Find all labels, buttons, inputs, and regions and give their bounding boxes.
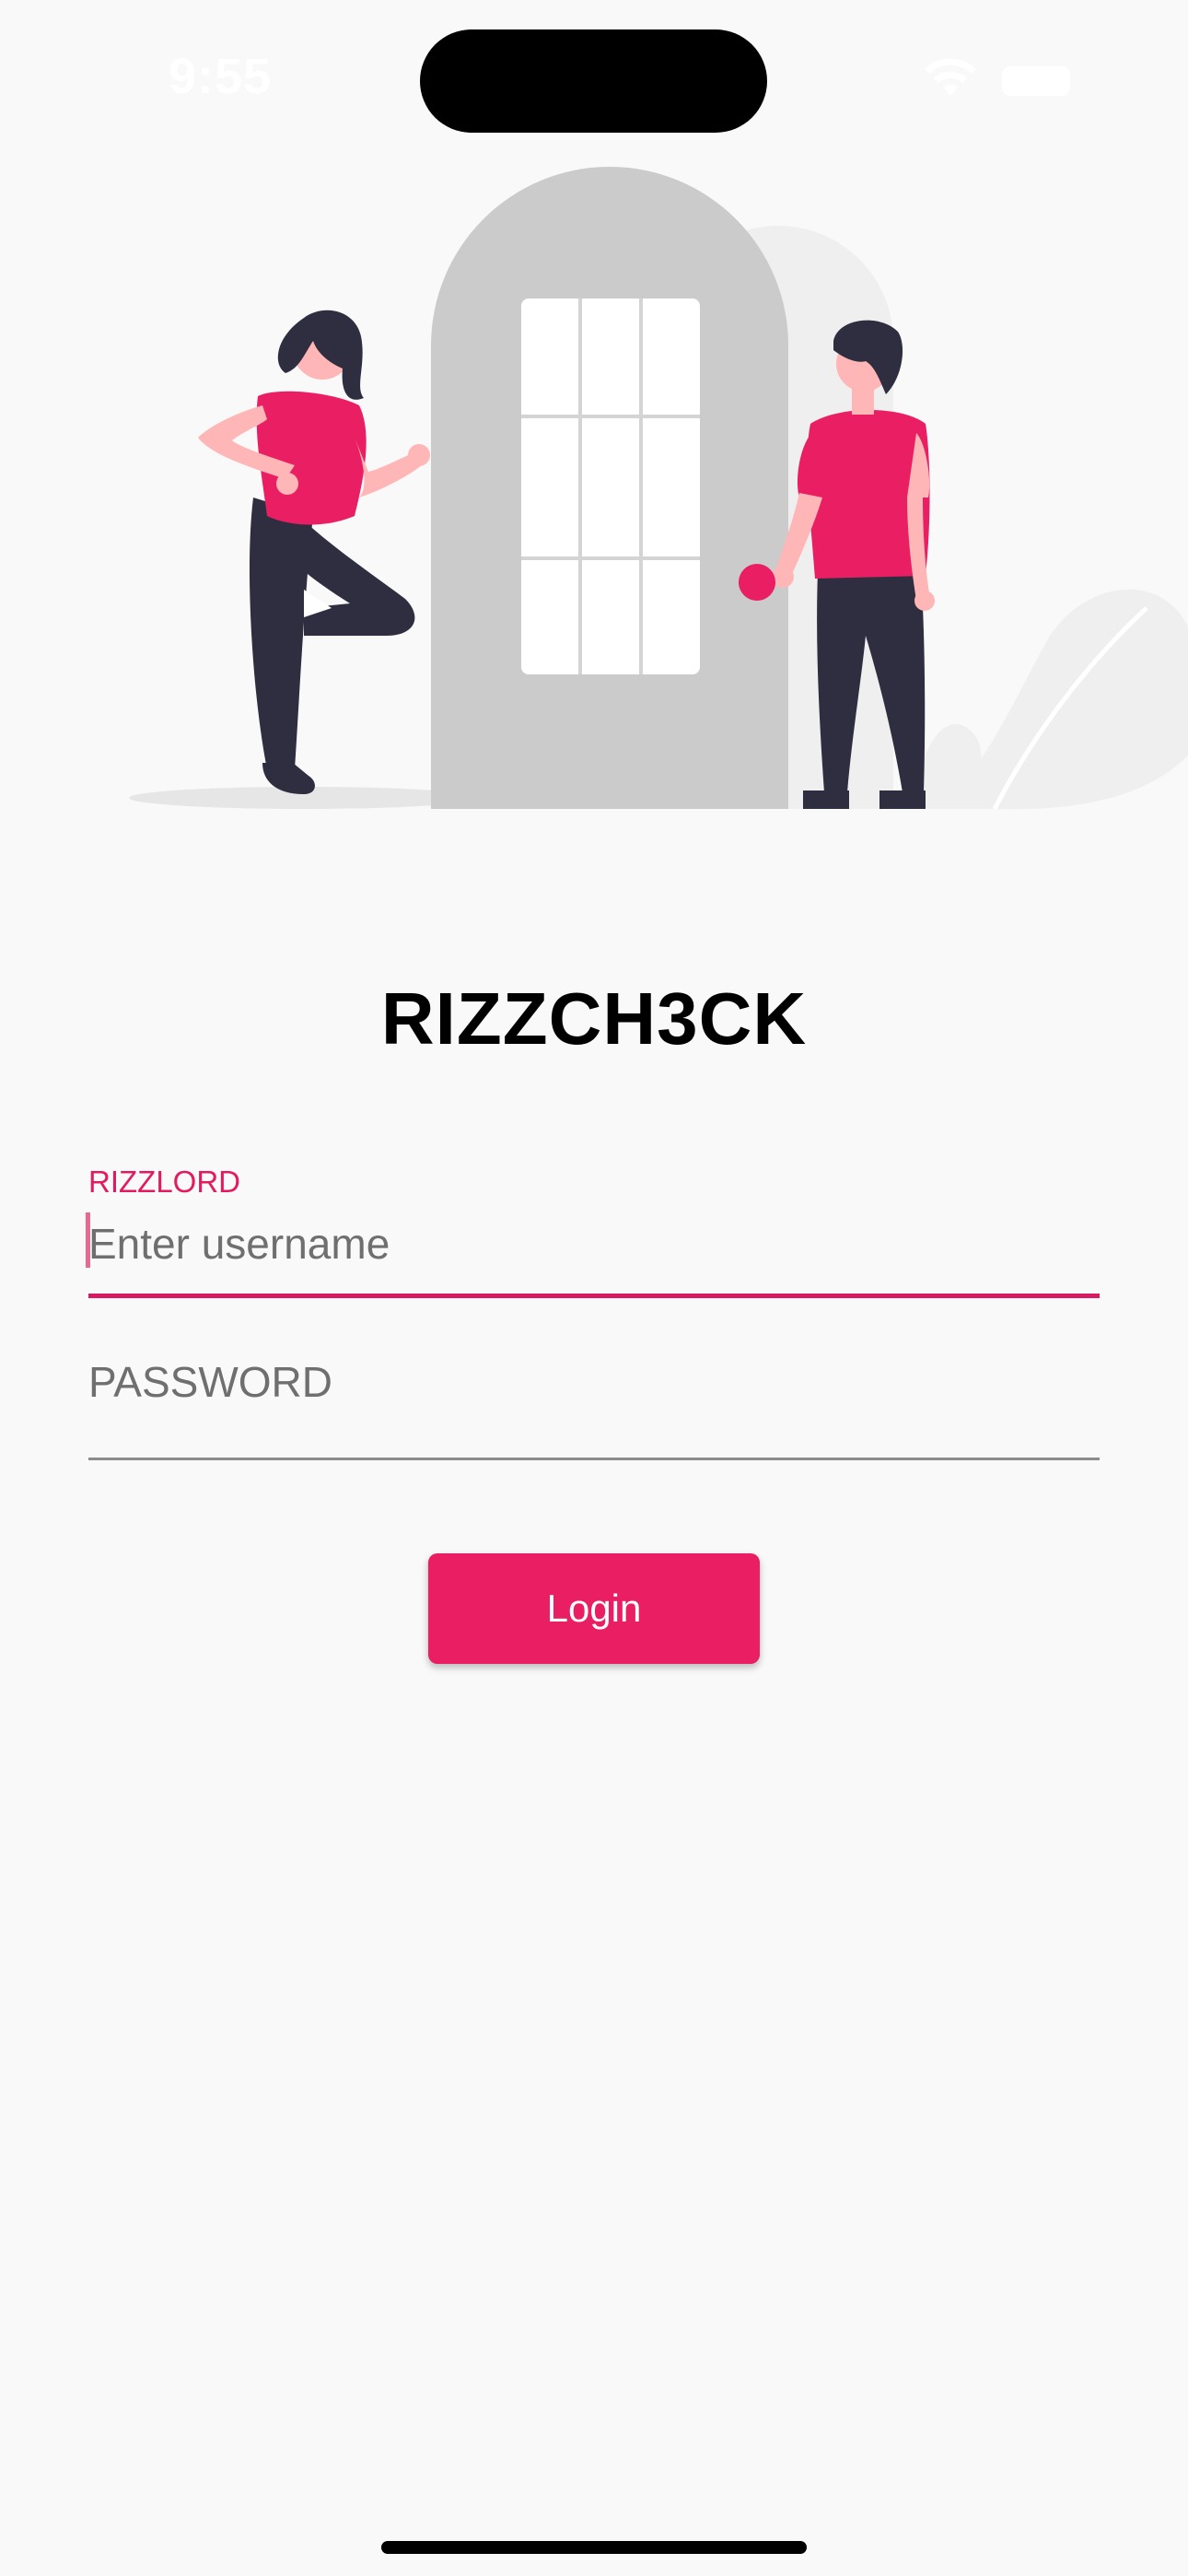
login-button[interactable]: Login [428, 1553, 760, 1664]
home-indicator[interactable] [381, 2541, 807, 2554]
username-input[interactable] [88, 1207, 1100, 1281]
dynamic-island [420, 29, 767, 133]
door-window [521, 299, 700, 674]
login-illustration [129, 167, 1188, 811]
text-caret [86, 1212, 90, 1268]
password-underline [88, 1458, 1100, 1460]
app-title: RIZZCH3CK [380, 978, 808, 1060]
login-screen: 9:55 RIZZCH3CK RIZZLORD Enter username L… [0, 0, 1188, 2576]
username-label: RIZZLORD [88, 1165, 240, 1199]
door-knob [739, 564, 775, 601]
username-underline [88, 1294, 1100, 1298]
wifi-icon [925, 58, 976, 96]
password-input[interactable] [88, 1345, 1100, 1419]
battery-icon [1002, 66, 1070, 96]
woman-figure [198, 310, 430, 794]
status-time: 9:55 [169, 49, 273, 104]
